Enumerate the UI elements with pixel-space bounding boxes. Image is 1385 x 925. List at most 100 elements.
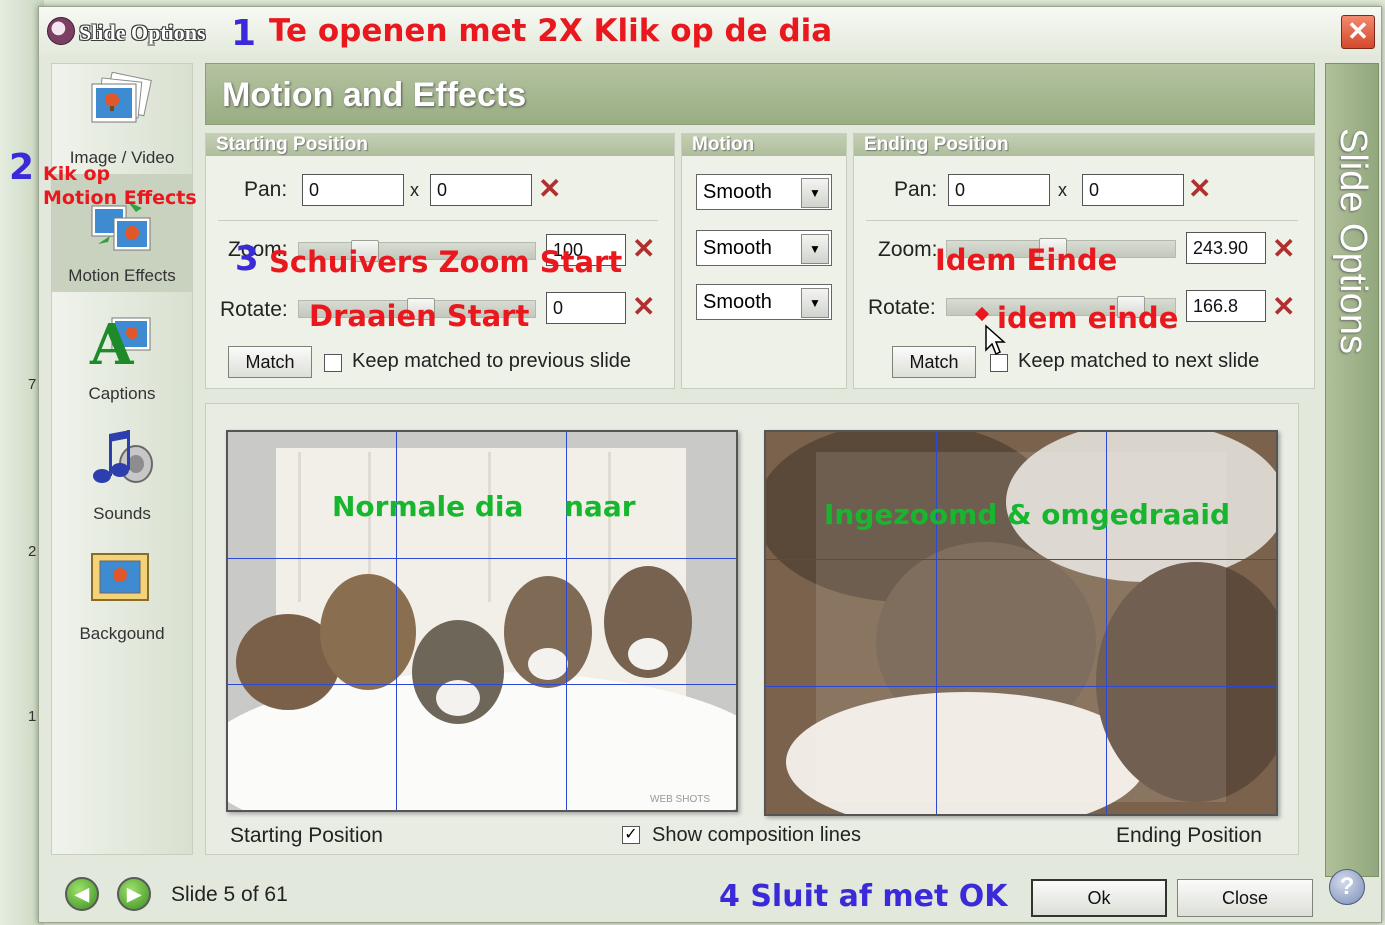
selected-value: Smooth xyxy=(703,237,772,259)
close-button[interactable]: Close xyxy=(1177,879,1313,917)
reset-pan-icon[interactable]: ✕ xyxy=(538,172,561,205)
side-tab-label: Slide Options xyxy=(1332,128,1374,355)
end-zoom-input[interactable]: 243.90 xyxy=(1186,232,1266,264)
composition-line xyxy=(936,432,937,814)
start-pan-y-input[interactable]: 0 xyxy=(430,174,532,206)
chevron-down-icon[interactable]: ▼ xyxy=(801,234,829,264)
annotation-rotate-start: Draaien Start xyxy=(309,299,530,333)
slide-status: Slide 5 of 61 xyxy=(171,883,288,906)
start-pan-x-input[interactable]: 0 xyxy=(302,174,404,206)
motion-group: Motion Smooth ▼ Smooth ▼ Smooth ▼ xyxy=(681,133,847,389)
annotation-step-2-line1: Kik op xyxy=(43,163,111,185)
composition-line xyxy=(766,686,1276,687)
watermark-text: WEB SHOTS xyxy=(650,794,711,805)
annotation-step-3-text: Schuivers Zoom Start xyxy=(269,245,623,279)
sidebar-item-background[interactable]: Backgound xyxy=(52,540,192,650)
composition-line xyxy=(228,558,736,559)
annotation-step-4: 4 Sluit af met OK xyxy=(719,879,1008,914)
section-title: Motion and Effects xyxy=(222,76,527,114)
pan-separator: x xyxy=(1058,180,1067,200)
previous-slide-button[interactable]: ◀ xyxy=(65,877,99,911)
next-slide-button[interactable]: ▶ xyxy=(117,877,151,911)
annotation-step-2-number: 2 xyxy=(9,147,35,188)
section-header: Motion and Effects xyxy=(205,63,1315,125)
preview-panel: Normale dia naar WEB SHOTS Ingezoomd & o… xyxy=(205,403,1299,855)
strip-number: 1 xyxy=(28,708,37,725)
rotate-label: Rotate: xyxy=(220,298,288,321)
reset-rotate-icon[interactable]: ✕ xyxy=(1272,290,1295,323)
reset-pan-icon[interactable]: ✕ xyxy=(1188,172,1211,205)
selected-value: Smooth xyxy=(703,291,772,313)
window-title: Slide Options xyxy=(79,20,206,45)
end-preview-image[interactable]: Ingezoomd & omgedraaid xyxy=(764,430,1278,816)
keep-matched-previous-checkbox[interactable] xyxy=(324,354,342,372)
annotation-zoomed-rotated: Ingezoomd & omgedraaid xyxy=(824,498,1231,531)
show-composition-lines-checkbox[interactable]: ✓ xyxy=(622,826,640,844)
motion-zoom-select[interactable]: Smooth ▼ xyxy=(696,230,832,266)
start-rotate-input[interactable]: 0 xyxy=(546,292,626,324)
slide-options-window: Slide Options 1 Te openen met 2X Klik op… xyxy=(9,6,1382,923)
start-preview-image[interactable]: Normale dia naar WEB SHOTS xyxy=(226,430,738,812)
reset-rotate-icon[interactable]: ✕ xyxy=(632,290,655,323)
motion-pan-select[interactable]: Smooth ▼ xyxy=(696,174,832,210)
captions-icon: A xyxy=(89,312,151,368)
sidebar-item-label: Motion Effects xyxy=(68,266,176,285)
annotation-normal-slide: Normale dia xyxy=(332,490,524,523)
strip-number: 2 xyxy=(28,543,37,560)
annotation-rotate-end: idem einde xyxy=(997,301,1179,335)
slide-options-side-tab: Slide Options xyxy=(1325,63,1379,877)
composition-line xyxy=(566,432,567,810)
reset-zoom-icon[interactable]: ✕ xyxy=(632,232,655,265)
rotate-label: Rotate: xyxy=(868,296,936,319)
end-pan-y-input[interactable]: 0 xyxy=(1082,174,1184,206)
start-preview-label: Starting Position xyxy=(230,824,383,847)
show-composition-lines-label: Show composition lines xyxy=(652,824,861,846)
app-icon xyxy=(47,17,75,45)
end-match-button[interactable]: Match xyxy=(892,346,976,378)
ok-button[interactable]: Ok xyxy=(1031,879,1167,917)
keep-matched-next-label: Keep matched to next slide xyxy=(1018,350,1260,372)
svg-text:A: A xyxy=(89,312,135,368)
sidebar-item-captions[interactable]: A Captions xyxy=(52,300,192,410)
zoom-label: Zoom: xyxy=(878,238,938,261)
keep-matched-previous-label: Keep matched to previous slide xyxy=(352,350,632,372)
annotation-step-2-line2: Motion Effects xyxy=(43,187,197,209)
annotation-zoom-end: Idem Einde xyxy=(935,243,1118,277)
end-rotate-input[interactable]: 166.8 xyxy=(1186,290,1266,322)
reset-zoom-icon[interactable]: ✕ xyxy=(1272,232,1295,265)
background-icon xyxy=(91,553,149,601)
strip-number: 7 xyxy=(28,376,37,393)
image-video-icon xyxy=(91,72,152,123)
sidebar-item-sounds[interactable]: Sounds xyxy=(52,420,192,530)
group-title: Ending Position xyxy=(854,134,1314,156)
sidebar-item-label: Sounds xyxy=(93,504,151,523)
selected-value: Smooth xyxy=(703,181,772,203)
divider xyxy=(866,220,1298,221)
title-bar: Slide Options 1 Te openen met 2X Klik op… xyxy=(39,7,1381,55)
composition-line xyxy=(766,559,1276,560)
chevron-down-icon[interactable]: ▼ xyxy=(801,178,829,208)
end-pan-x-input[interactable]: 0 xyxy=(948,174,1050,206)
pan-label: Pan: xyxy=(244,178,288,201)
group-title: Motion xyxy=(682,134,846,156)
start-match-button[interactable]: Match xyxy=(228,346,312,378)
pan-separator: x xyxy=(410,180,419,200)
zoomed-cats-photo xyxy=(766,432,1276,814)
sidebar-item-label: Captions xyxy=(88,384,156,403)
group-title: Starting Position xyxy=(206,134,674,156)
chevron-down-icon[interactable]: ▼ xyxy=(801,288,829,318)
help-icon[interactable]: ? xyxy=(1329,869,1365,905)
annotation-step-1-number: 1 xyxy=(231,13,257,54)
pan-label: Pan: xyxy=(894,178,938,201)
end-preview-label: Ending Position xyxy=(1116,824,1262,847)
divider xyxy=(218,220,658,221)
cats-photo xyxy=(228,432,736,810)
annotation-to: naar xyxy=(564,490,636,523)
sidebar-item-label: Backgound xyxy=(79,624,165,643)
close-window-button[interactable]: ✕ xyxy=(1341,15,1375,49)
motion-rotate-select[interactable]: Smooth ▼ xyxy=(696,284,832,320)
sounds-icon xyxy=(93,430,153,483)
annotation-step-1-text: Te openen met 2X Klik op de dia xyxy=(269,13,833,49)
annotation-step-3-number: 3 xyxy=(235,239,259,279)
sidebar-item-image-video[interactable]: Image / Video xyxy=(52,64,192,174)
